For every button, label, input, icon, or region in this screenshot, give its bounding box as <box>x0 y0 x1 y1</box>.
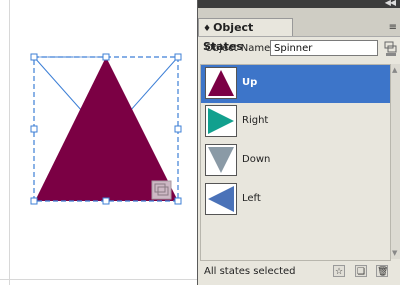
state-thumbnail-left <box>205 183 237 215</box>
handle-bottom-left <box>30 197 38 205</box>
state-label-up: Up <box>242 77 258 88</box>
canvas-artwork <box>30 53 182 205</box>
spinner-triangle[interactable] <box>35 57 178 201</box>
handle-bottom-right <box>174 197 182 205</box>
object-states-panel: ◀◀ ♦ Object States ≡ Object Name: Spinner… <box>197 0 400 285</box>
handle-bottom-middle <box>102 197 110 205</box>
states-list: Up Right Down Left <box>200 64 391 261</box>
multi-state-icon <box>151 180 172 200</box>
handle-top-right <box>174 53 182 61</box>
document-canvas[interactable] <box>0 0 197 285</box>
panel-title-strip: ◀◀ <box>198 0 400 8</box>
panel-menu-icon[interactable]: ≡ <box>389 22 397 33</box>
handle-top-middle <box>102 53 110 61</box>
state-row-down[interactable]: Down <box>201 142 390 180</box>
panel-header: ♦ Object States ≡ <box>198 8 400 53</box>
delete-state-icon[interactable]: 🗑 <box>376 265 388 277</box>
panel-footer: All states selected ☆ ❏ 🗑 <box>198 262 400 282</box>
scroll-down-icon[interactable]: ▼ <box>392 249 397 257</box>
object-name-label: Object Name: <box>205 43 274 54</box>
state-row-left[interactable]: Left <box>201 181 390 219</box>
object-name-input[interactable]: Spinner <box>270 40 378 56</box>
handle-middle-right <box>174 125 182 133</box>
selection-status: All states selected <box>204 266 296 277</box>
new-state-icon[interactable]: ❏ <box>355 265 367 277</box>
state-thumbnail-up <box>205 67 237 99</box>
state-row-right[interactable]: Right <box>201 103 390 141</box>
object-name-row: Object Name: Spinner <box>198 38 400 60</box>
state-label-left: Left <box>242 193 261 204</box>
handle-middle-left <box>30 125 38 133</box>
tab-object-states[interactable]: ♦ Object States <box>198 18 293 53</box>
state-row-up[interactable]: Up <box>201 65 390 103</box>
tab-reorder-icon: ♦ <box>203 24 212 34</box>
state-thumbnail-right <box>205 105 237 137</box>
state-label-right: Right <box>242 115 269 126</box>
handle-top-left <box>30 53 38 61</box>
state-thumbnail-down <box>205 144 237 176</box>
scroll-up-icon[interactable]: ▲ <box>392 66 397 74</box>
convert-to-multi-state-icon[interactable] <box>384 41 398 57</box>
states-list-scrollbar[interactable]: ▲ ▼ <box>390 64 400 259</box>
state-label-down: Down <box>242 154 271 165</box>
collapse-panel-icon[interactable]: ◀◀ <box>385 0 396 7</box>
release-state-icon[interactable]: ☆ <box>333 265 345 277</box>
